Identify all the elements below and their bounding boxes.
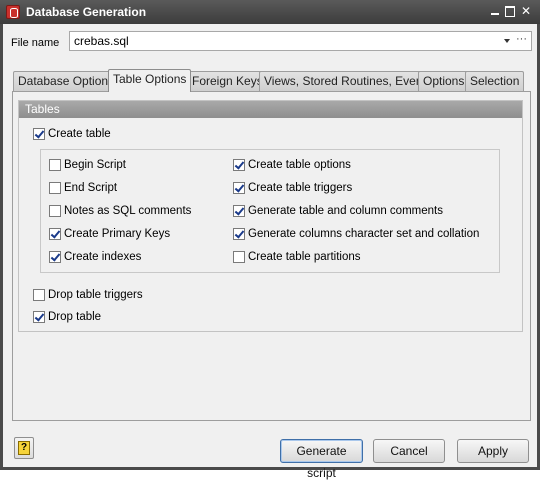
checkbox-label: Drop table triggers xyxy=(48,289,143,301)
checkbox-box[interactable] xyxy=(49,228,61,240)
checkbox-box[interactable] xyxy=(49,159,61,171)
checkbox-label: Create table triggers xyxy=(248,182,353,194)
window-title: Database Generation xyxy=(26,5,147,19)
tab-foreign-keys[interactable]: Foreign Keys xyxy=(187,71,268,91)
dropdown-arrow-icon[interactable] xyxy=(504,39,510,43)
group-title: Tables xyxy=(19,101,522,118)
file-name-label: File name xyxy=(11,37,60,49)
checkbox-box[interactable] xyxy=(233,159,245,171)
apply-button[interactable]: Apply xyxy=(457,439,529,463)
tab-table-options[interactable]: Table Options xyxy=(108,69,192,92)
tables-group: Tables Create table Begin Script End Scr… xyxy=(18,100,523,332)
checkbox-label: Generate table and column comments xyxy=(248,205,443,217)
checkbox-label: Create table xyxy=(48,128,111,140)
table-options-panel: Tables Create table Begin Script End Scr… xyxy=(12,91,531,421)
cancel-button[interactable]: Cancel xyxy=(373,439,445,463)
checkbox-label: Begin Script xyxy=(64,159,127,171)
checkbox-label: Create table partitions xyxy=(248,251,361,263)
checkbox-label: End Script xyxy=(64,182,118,194)
app-icon xyxy=(6,5,20,19)
checkbox-box[interactable] xyxy=(49,182,61,194)
file-name-input[interactable] xyxy=(72,33,492,49)
create-table-options-box: Begin Script End Script Notes as SQL com… xyxy=(40,149,500,273)
checkbox-label: Drop table xyxy=(48,311,102,323)
checkbox-label: Notes as SQL comments xyxy=(64,205,192,217)
checkbox-box[interactable] xyxy=(49,251,61,263)
checkbox-label: Generate columns character set and colla… xyxy=(248,228,480,240)
close-button[interactable]: ✕ xyxy=(519,4,533,18)
checkbox-label: Create indexes xyxy=(64,251,142,263)
checkbox-box[interactable] xyxy=(233,182,245,194)
tab-database-options[interactable]: Database Options xyxy=(13,71,120,91)
dialog-body: File name ··· Database Options Table Opt… xyxy=(3,24,537,480)
minimize-button[interactable] xyxy=(488,4,502,18)
tab-options[interactable]: Options xyxy=(418,71,470,91)
file-name-combo[interactable]: ··· xyxy=(69,31,532,51)
help-icon: ? xyxy=(18,441,30,455)
title-bar[interactable]: Database Generation ✕ xyxy=(0,0,540,24)
dialog-window: Database Generation ✕ File name ··· Data… xyxy=(0,0,540,480)
checkbox-label: Create Primary Keys xyxy=(64,228,171,240)
help-button[interactable]: ? xyxy=(14,437,34,459)
checkbox-box[interactable] xyxy=(33,128,45,140)
tab-views-routines-events[interactable]: Views, Stored Routines, Events xyxy=(259,71,437,91)
tab-strip: Database Options Table Options Foreign K… xyxy=(13,69,533,92)
checkbox-label: Create table options xyxy=(248,159,351,171)
checkbox-box[interactable] xyxy=(33,311,45,323)
tab-selection[interactable]: Selection xyxy=(465,71,525,91)
browse-button[interactable]: ··· xyxy=(516,33,527,45)
checkbox-box[interactable] xyxy=(233,205,245,217)
checkbox-box[interactable] xyxy=(233,251,245,263)
checkbox-box[interactable] xyxy=(49,205,61,217)
checkbox-box[interactable] xyxy=(233,228,245,240)
maximize-button[interactable] xyxy=(503,4,517,18)
generate-script-button[interactable]: Generate script xyxy=(280,439,363,480)
checkbox-box[interactable] xyxy=(33,289,45,301)
